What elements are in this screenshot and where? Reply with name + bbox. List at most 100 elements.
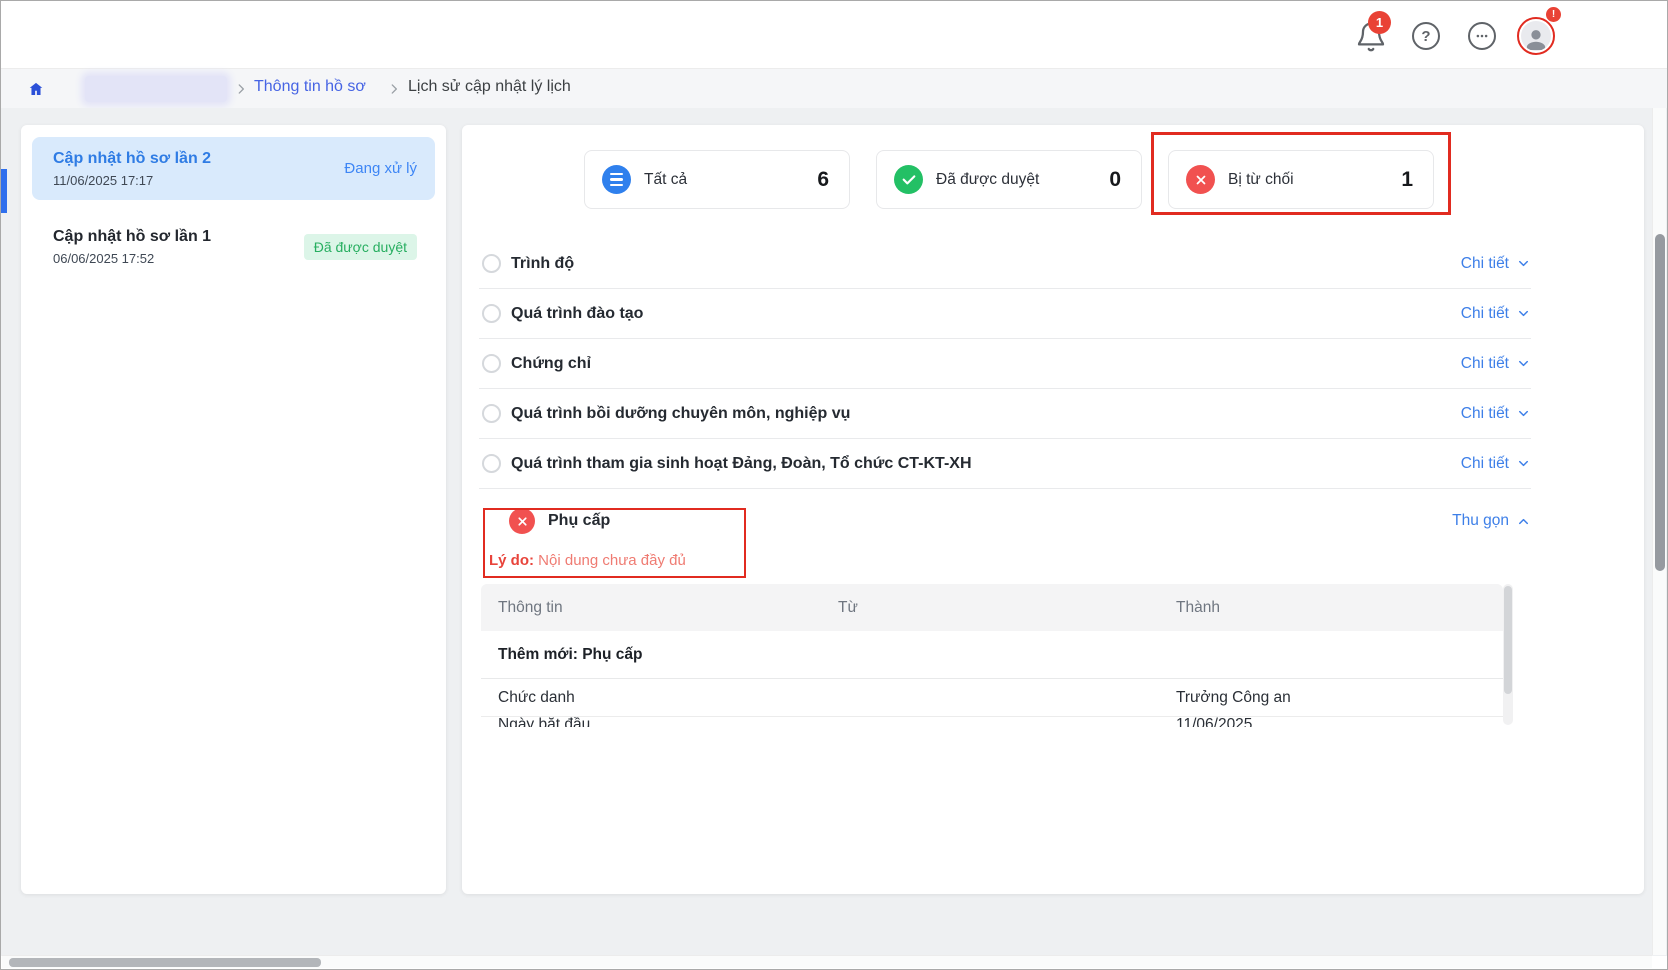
status-circle-icon [482, 404, 501, 423]
reason-text: Nội dung chưa đầy đủ [538, 552, 686, 569]
column-header-to: Thành [1176, 599, 1503, 617]
change-table: Thông tin Từ Thành Thêm mới: Phụ cấp Chứ… [481, 584, 1503, 727]
stat-card-approved[interactable]: Đã được duyệt 0 [876, 150, 1142, 209]
home-icon[interactable] [28, 81, 44, 97]
stat-card-rejected[interactable]: Bị từ chối 1 [1168, 150, 1434, 209]
section-phu-cap: Phụ cấp Thu gọn Lý do: Nội dung chưa đầy… [479, 489, 1531, 571]
section-title: Chứng chỉ [511, 355, 591, 373]
status-circle-icon [482, 304, 501, 323]
section-row-phu-cap[interactable]: Phụ cấp Thu gọn [479, 489, 1531, 553]
list-icon [602, 165, 631, 194]
sidebar-item-update-2[interactable]: Cập nhật hồ sơ lần 2 11/06/2025 17:17 Đa… [32, 137, 435, 200]
notification-count-badge: 1 [1368, 11, 1391, 34]
breadcrumb-link-profile-info[interactable]: Thông tin hồ sơ [254, 78, 366, 96]
section-list: Trình độ Chi tiết Quá trình đào tạo Chi … [479, 239, 1531, 571]
section-row-trinh-do[interactable]: Trình độ Chi tiết [479, 239, 1531, 289]
cell-to: Trưởng Công an [1176, 689, 1503, 707]
status-processing: Đang xử lý [344, 160, 417, 177]
section-title: Trình độ [511, 255, 574, 273]
chevron-down-icon [1516, 306, 1531, 321]
table-scrollbar-thumb[interactable] [1504, 586, 1512, 694]
detail-link-label: Chi tiết [1461, 455, 1509, 473]
section-title: Phụ cấp [548, 512, 610, 530]
sidebar-item-texts: Cập nhật hồ sơ lần 2 11/06/2025 17:17 [53, 149, 344, 188]
main-content-panel: Tất cả 6 Đã được duyệt 0 Bị từ chối 1 Tr… [462, 125, 1644, 894]
section-title: Quá trình đào tạo [511, 305, 643, 323]
table-scrollbar[interactable] [1503, 584, 1513, 725]
sidebar-item-title: Cập nhật hồ sơ lần 2 [53, 149, 344, 170]
vertical-scrollbar[interactable] [1652, 108, 1666, 955]
detail-link[interactable]: Chi tiết [1461, 455, 1531, 473]
breadcrumb-current-page: Lịch sử cập nhật lý lịch [408, 78, 571, 96]
help-icon[interactable]: ? [1412, 22, 1440, 50]
stat-label: Tất cả [644, 171, 817, 189]
cell-info: Ngày bắt đầu [481, 717, 838, 727]
status-circle-icon [482, 254, 501, 273]
more-options-icon[interactable] [1468, 22, 1496, 50]
cell-to: 11/06/2025 [1176, 717, 1503, 727]
table-row: Chức danh Trưởng Công an [481, 679, 1503, 717]
stat-label: Bị từ chối [1228, 171, 1401, 189]
breadcrumb-redacted-item [85, 76, 227, 102]
chevron-down-icon [1516, 456, 1531, 471]
sidebar-item-date: 11/06/2025 17:17 [53, 173, 344, 188]
vertical-scrollbar-thumb[interactable] [1655, 234, 1665, 571]
status-badge-approved: Đã được duyệt [304, 234, 417, 260]
detail-link-label: Chi tiết [1461, 355, 1509, 373]
sidebar-item-date: 06/06/2025 17:52 [53, 251, 304, 266]
chevron-down-icon [1516, 256, 1531, 271]
stat-value: 6 [817, 168, 829, 192]
chevron-up-icon [1516, 514, 1531, 529]
stat-value: 0 [1109, 168, 1121, 192]
table-header-row: Thông tin Từ Thành [481, 584, 1503, 631]
chevron-right-icon [234, 82, 248, 96]
table-row: Ngày bắt đầu 11/06/2025 [481, 717, 1503, 727]
detail-link-label: Chi tiết [1461, 405, 1509, 423]
avatar-person-icon [1521, 21, 1551, 51]
sidebar-item-title: Cập nhật hồ sơ lần 1 [53, 227, 304, 248]
detail-link[interactable]: Chi tiết [1461, 355, 1531, 373]
x-icon [1186, 165, 1215, 194]
stat-value: 1 [1401, 168, 1413, 192]
section-row-boi-duong[interactable]: Quá trình bồi dưỡng chuyên môn, nghiệp v… [479, 389, 1531, 439]
table-row-clipped: Ngày bắt đầu 11/06/2025 [481, 717, 1503, 727]
table-group-row: Thêm mới: Phụ cấp [481, 631, 1503, 679]
section-title: Quá trình tham gia sinh hoạt Đảng, Đoàn,… [511, 455, 972, 473]
collapse-link[interactable]: Thu gọn [1452, 512, 1531, 530]
status-circle-icon [482, 354, 501, 373]
section-row-chung-chi[interactable]: Chứng chỉ Chi tiết [479, 339, 1531, 389]
user-avatar[interactable] [1517, 17, 1555, 55]
section-title: Quá trình bồi dưỡng chuyên môn, nghiệp v… [511, 405, 850, 423]
horizontal-scrollbar[interactable] [2, 955, 1652, 968]
reason-label: Lý do: [489, 552, 534, 569]
detail-link-label: Chi tiết [1461, 305, 1509, 323]
cell-info: Chức danh [481, 689, 838, 707]
collapse-link-label: Thu gọn [1452, 512, 1509, 530]
sidebar-item-update-1[interactable]: Cập nhật hồ sơ lần 1 06/06/2025 17:52 Đã… [32, 215, 435, 278]
stat-label: Đã được duyệt [936, 171, 1109, 189]
detail-link-label: Chi tiết [1461, 255, 1509, 273]
ellipsis-icon [1473, 27, 1491, 45]
status-circle-icon [482, 454, 501, 473]
chevron-right-icon [387, 82, 401, 96]
top-bar: 1 ? ! [1, 1, 1667, 68]
horizontal-scrollbar-thumb[interactable] [9, 958, 321, 967]
stat-card-all[interactable]: Tất cả 6 [584, 150, 850, 209]
section-row-dao-tao[interactable]: Quá trình đào tạo Chi tiết [479, 289, 1531, 339]
left-edge-indicator [1, 169, 7, 213]
section-row-sinh-hoat[interactable]: Quá trình tham gia sinh hoạt Đảng, Đoàn,… [479, 439, 1531, 489]
sidebar-item-texts: Cập nhật hồ sơ lần 1 06/06/2025 17:52 [53, 227, 304, 266]
rejection-reason: Lý do: Nội dung chưa đầy đủ [489, 551, 1531, 571]
chevron-down-icon [1516, 406, 1531, 421]
detail-link[interactable]: Chi tiết [1461, 305, 1531, 323]
avatar-alert-badge: ! [1545, 6, 1562, 23]
detail-link[interactable]: Chi tiết [1461, 255, 1531, 273]
group-row-label: Thêm mới: Phụ cấp [481, 646, 838, 664]
column-header-from: Từ [838, 599, 1176, 617]
column-header-info: Thông tin [481, 599, 838, 617]
check-icon [894, 165, 923, 194]
update-history-sidebar: Cập nhật hồ sơ lần 2 11/06/2025 17:17 Đa… [21, 125, 446, 894]
breadcrumb: Thông tin hồ sơ Lịch sử cập nhật lý lịch [1, 68, 1667, 108]
detail-link[interactable]: Chi tiết [1461, 405, 1531, 423]
app-window: 1 ? ! Thông tin hồ sơ Lịch sử cập nhật l… [0, 0, 1668, 970]
